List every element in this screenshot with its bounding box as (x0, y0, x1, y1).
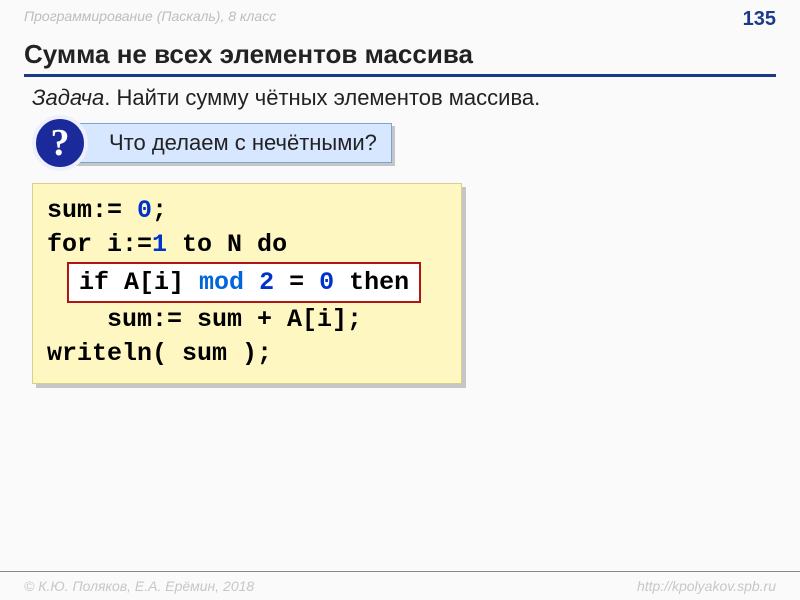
code-block: sum:= 0; for i:=1 to N do if A[i] mod 2 … (32, 183, 462, 384)
slide-title: Сумма не всех элементов массива (24, 39, 776, 77)
task-line: Задача. Найти сумму чётных элементов мас… (32, 85, 776, 111)
question-text: Что делаем с нечётными? (60, 123, 392, 163)
question-callout: ? Что делаем с нечётными? (32, 123, 800, 163)
task-text: . Найти сумму чётных элементов массива. (104, 85, 540, 110)
copyright: © К.Ю. Поляков, Е.А. Ерёмин, 2018 (24, 578, 254, 594)
if-highlight-box: if A[i] mod 2 = 0 then (67, 262, 421, 304)
code-line-4: sum:= sum + A[i]; (47, 303, 447, 337)
code-line-if: if A[i] mod 2 = 0 then (47, 262, 447, 304)
footer-url: http://kpolyakov.spb.ru (637, 578, 776, 594)
slide-footer: © К.Ю. Поляков, Е.А. Ерёмин, 2018 http:/… (0, 571, 800, 600)
code-line-5: writeln( sum ); (47, 337, 447, 371)
question-mark-icon: ? (32, 115, 88, 171)
code-line-2: for i:=1 to N do (47, 228, 447, 262)
code-line-1: sum:= 0; (47, 194, 447, 228)
page-number: 135 (743, 8, 776, 31)
slide-header: Программирование (Паскаль), 8 класс 135 (0, 0, 800, 35)
subject-line: Программирование (Паскаль), 8 класс (24, 8, 276, 31)
task-label: Задача (32, 85, 104, 110)
